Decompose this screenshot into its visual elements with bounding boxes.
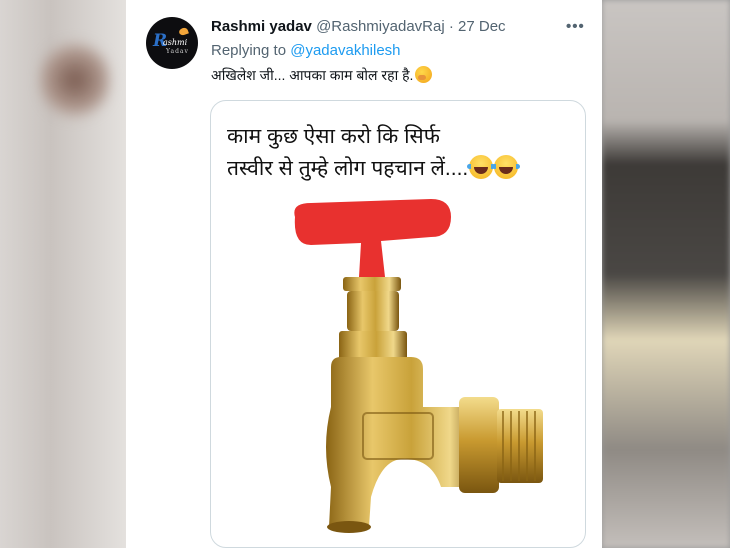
tears-of-joy-emoji xyxy=(467,155,496,179)
caption-line-2: तस्वीर से तुम्हे लोग पहचान लें.... xyxy=(227,153,572,185)
media-caption: काम कुछ ऐसा करो कि सिर्फ तस्वीर से तुम्ह… xyxy=(227,121,572,185)
caption-line-1: काम कुछ ऐसा करो कि सिर्फ xyxy=(227,125,440,148)
separator-dot: · xyxy=(448,18,454,35)
tweet-text: अखिलेश जी... आपका काम बोल रहा है. xyxy=(211,66,433,85)
face-with-hand-over-mouth-emoji xyxy=(415,66,433,83)
brass-tap-icon xyxy=(294,199,543,533)
tweet-media[interactable]: काम कुछ ऐसा करो कि सिर्फ तस्वीर से तुम्ह… xyxy=(210,100,586,548)
tweet-date[interactable]: 27 Dec xyxy=(458,18,506,35)
replying-to-label: Replying to xyxy=(211,42,287,59)
avatar-logo-text: ashmi xyxy=(163,38,188,47)
bird-icon xyxy=(178,26,189,37)
user-handle[interactable]: @RashmiyadavRaj xyxy=(316,18,445,35)
tweet-header: Rashmi yadav @RashmiyadavRaj · 27 Dec xyxy=(211,18,506,35)
avatar[interactable]: R ashmi Yadav xyxy=(146,17,198,69)
background-blur xyxy=(40,40,110,120)
tweet-card[interactable]: R ashmi Yadav Rashmi yadav @RashmiyadavR… xyxy=(126,0,602,548)
avatar-logo-subtext: Yadav xyxy=(166,48,189,55)
tweet-body: अखिलेश जी... आपका काम बोल रहा है. xyxy=(211,67,414,83)
background-right xyxy=(602,0,730,548)
more-options-icon[interactable]: ••• xyxy=(566,18,585,35)
replying-to-line: Replying to @yadavakhilesh xyxy=(211,42,401,59)
background-left xyxy=(0,0,126,548)
display-name[interactable]: Rashmi yadav xyxy=(211,18,312,35)
replying-to-link[interactable]: @yadavakhilesh xyxy=(290,42,400,59)
caption-line-2-text: तस्वीर से तुम्हे लोग पहचान लें.... xyxy=(227,157,469,180)
tap-handle xyxy=(294,199,451,277)
tears-of-joy-emoji xyxy=(492,155,521,179)
